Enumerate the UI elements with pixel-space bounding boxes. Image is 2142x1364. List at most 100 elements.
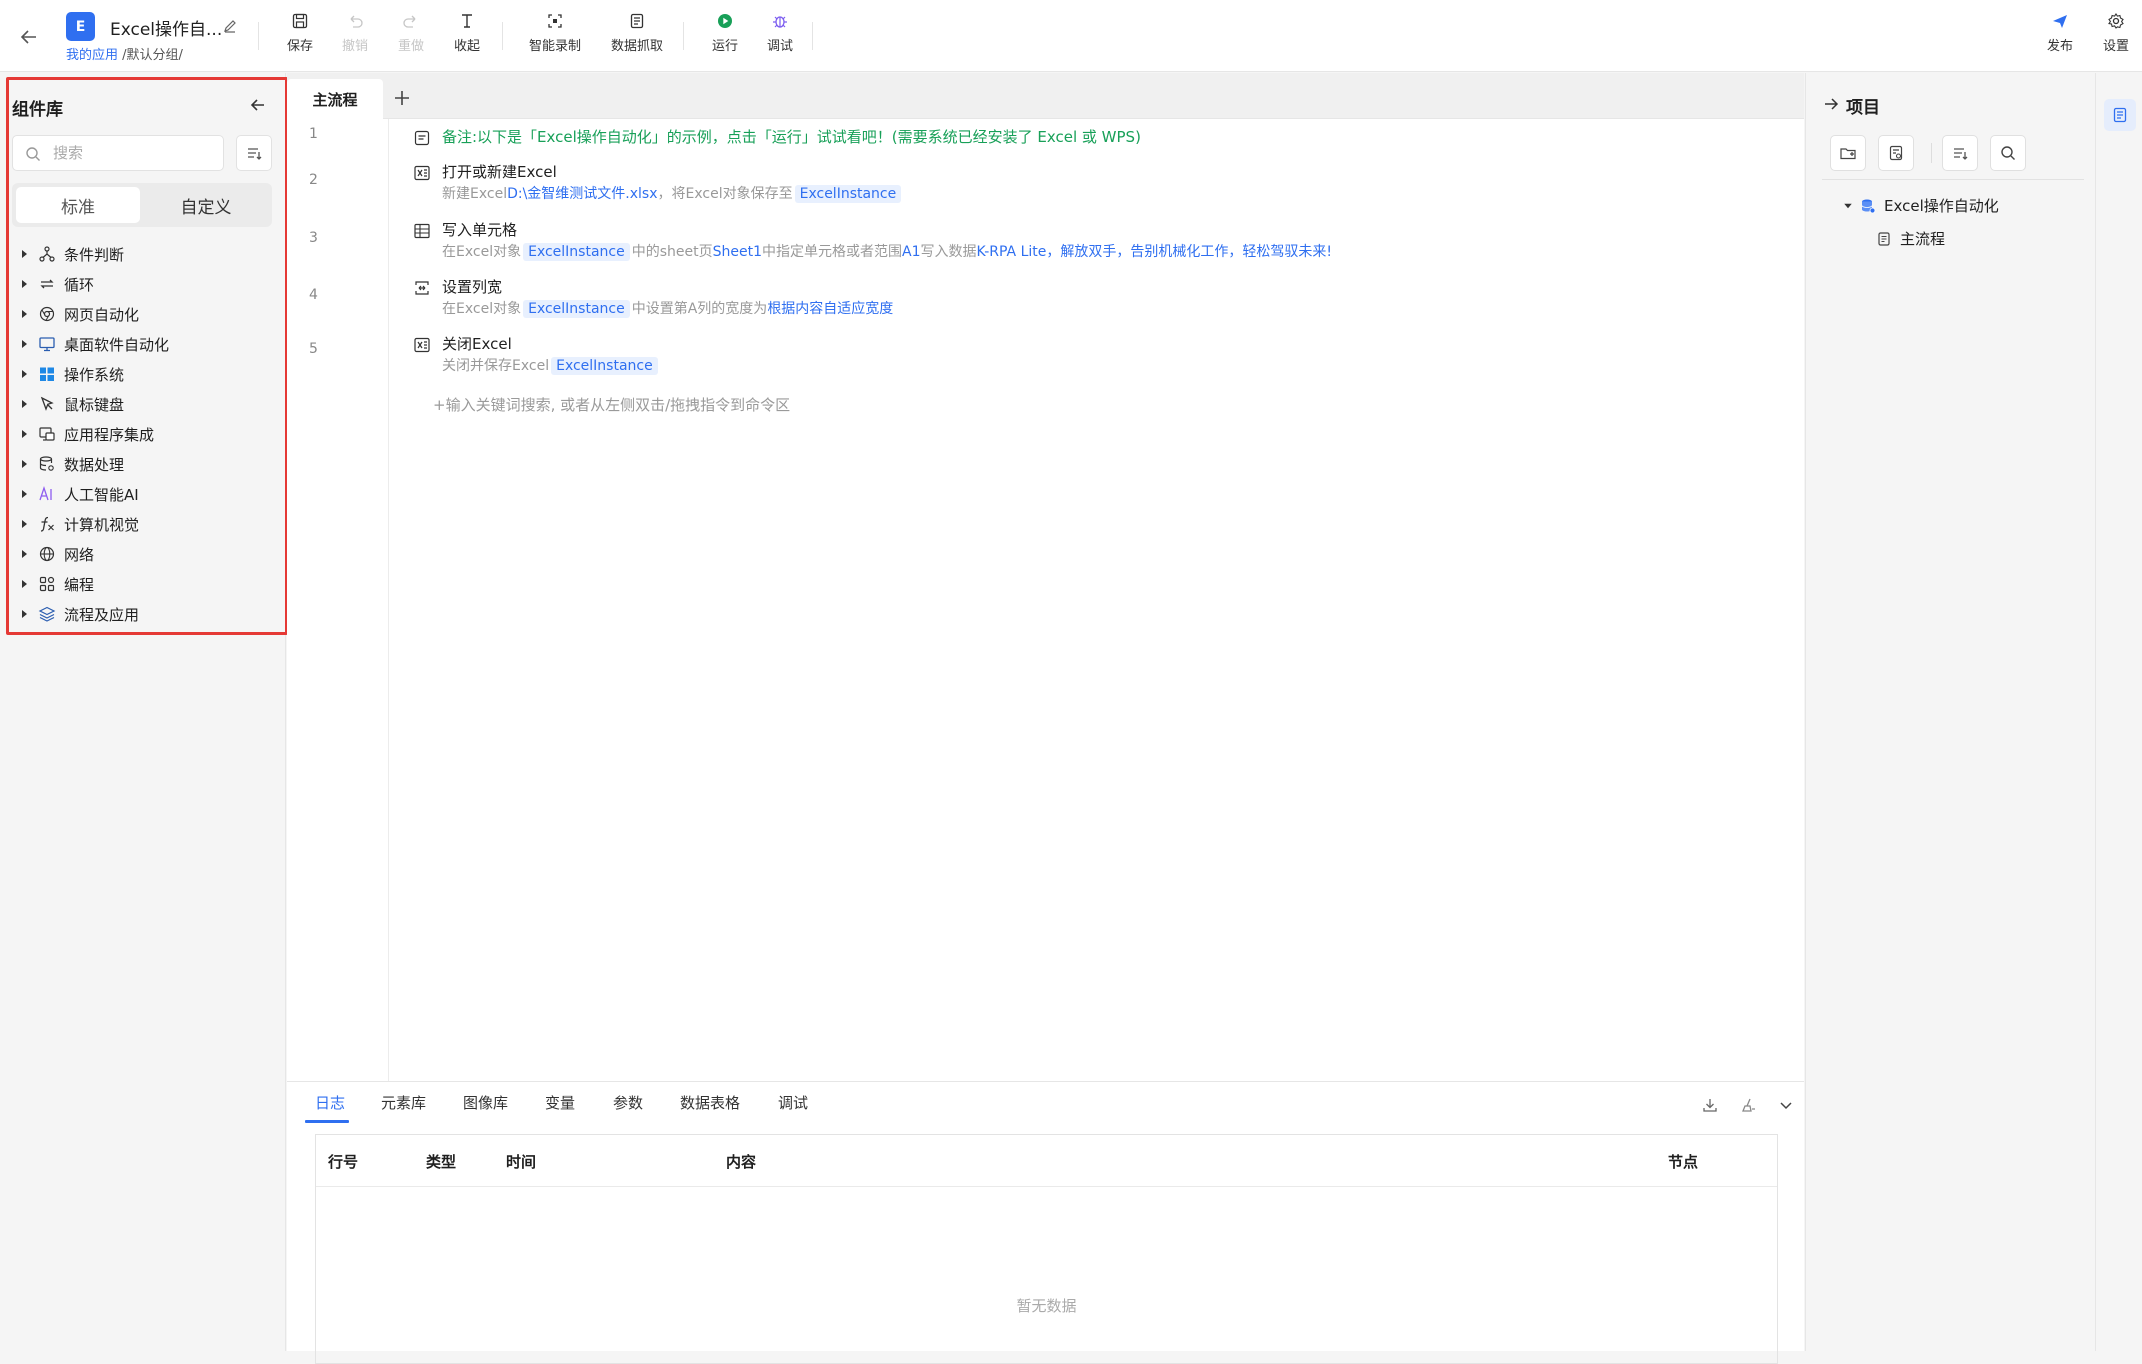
caret-right-icon (22, 250, 27, 258)
debug-button[interactable]: 调试 (750, 12, 810, 62)
document-icon (2113, 107, 2127, 123)
caret-down-icon (1844, 203, 1852, 208)
tab-element-library[interactable]: 元素库 (381, 1092, 426, 1113)
library-tab-switch: 标准 自定义 (12, 183, 272, 227)
library-search (12, 135, 224, 171)
right-side-rail (2095, 73, 2142, 1351)
undo-label: 撤销 (341, 39, 368, 54)
search-input[interactable] (51, 140, 211, 166)
category-label: 人工智能AI (64, 485, 139, 504)
sort-button[interactable] (236, 135, 272, 171)
toolbar-divider (1931, 143, 1932, 163)
tab-debug[interactable]: 调试 (778, 1092, 808, 1113)
publish-button[interactable]: 发布 (2030, 12, 2090, 62)
caret-right-icon (22, 340, 27, 348)
category-item[interactable]: 编程 (12, 569, 282, 599)
category-item[interactable]: 网络 (12, 539, 282, 569)
smart-record-button[interactable]: 智能录制 (525, 12, 585, 62)
step-description: 在Excel对象 ExcelInstance 中设置第A列的宽度为根据内容自适应宽度 (442, 298, 893, 318)
clear-log-icon[interactable] (1739, 1096, 1757, 1114)
download-icon[interactable] (1701, 1096, 1719, 1114)
tab-image-library[interactable]: 图像库 (463, 1092, 508, 1113)
toolbar-divider (502, 22, 503, 50)
tree-label: 主流程 (1900, 230, 1946, 248)
caret-right-icon (22, 430, 27, 438)
category-label: 流程及应用 (64, 605, 140, 624)
monitor-icon (39, 337, 55, 352)
app-logo: E (66, 12, 95, 41)
variable-pill[interactable]: ExcelInstance (523, 300, 630, 318)
run-button[interactable]: 运行 (695, 12, 755, 62)
category-item[interactable]: 桌面软件自动化 (12, 329, 282, 359)
sheet-name: Sheet1 (712, 244, 763, 260)
empty-state-text: 暂无数据 (1016, 1297, 1077, 1315)
caret-right-icon (22, 370, 27, 378)
settings-button[interactable]: 设置 (2086, 12, 2142, 62)
new-folder-button[interactable] (1830, 135, 1866, 171)
table-cell-icon (414, 223, 430, 239)
category-item[interactable]: 流程及应用 (12, 599, 282, 629)
collapse-button[interactable]: 收起 (437, 12, 497, 62)
step-description: 关闭并保存Excel ExcelInstance (442, 355, 660, 375)
function-icon (40, 516, 54, 532)
category-item[interactable]: 循环 (12, 269, 282, 299)
loop-icon (40, 279, 54, 289)
line-number-gutter: 1 2 3 4 5 (287, 119, 389, 1081)
category-item[interactable]: 操作系统 (12, 359, 282, 389)
undo-button[interactable]: 撤销 (325, 12, 385, 62)
project-sort-button[interactable] (1942, 135, 1978, 171)
step-title: 写入单元格 (442, 221, 518, 239)
save-button[interactable]: 保存 (270, 12, 330, 62)
add-tab-icon[interactable] (391, 87, 413, 109)
category-item[interactable]: 鼠标键盘 (12, 389, 282, 419)
data-capture-button[interactable]: 数据抓取 (607, 12, 667, 62)
toolbar-divider (683, 22, 684, 50)
ai-icon (39, 485, 52, 501)
category-item[interactable]: 应用程序集成 (12, 419, 282, 449)
category-item[interactable]: 网页自动化 (12, 299, 282, 329)
tab-main-flow[interactable]: 主流程 (287, 79, 383, 119)
tree-root-project[interactable]: Excel操作自动化 (1842, 195, 1999, 216)
debug-label: 调试 (766, 39, 793, 54)
category-label: 鼠标键盘 (64, 395, 125, 414)
project-database-icon (1861, 199, 1876, 213)
desc-text: 写入数据 (920, 244, 977, 260)
category-label: 数据处理 (64, 455, 125, 474)
variable-pill[interactable]: ExcelInstance (794, 185, 902, 203)
redo-button[interactable]: 重做 (381, 12, 441, 62)
desc-text: ，将Excel对象保存至 (657, 186, 793, 202)
breadcrumb-my-apps[interactable]: 我的应用 (66, 48, 118, 63)
variable-pill[interactable]: ExcelInstance (523, 243, 630, 261)
tab-data-table[interactable]: 数据表格 (680, 1092, 740, 1113)
edit-name-icon[interactable] (222, 18, 238, 34)
tab-standard[interactable]: 标准 (16, 187, 140, 223)
excel-icon (414, 165, 430, 181)
add-command-hint[interactable]: +输入关键词搜索, 或者从左侧双击/拖拽指令到命令区 (433, 394, 790, 415)
project-panel-toggle[interactable] (2104, 99, 2136, 131)
line-number: 2 (309, 172, 318, 188)
line-number: 5 (309, 341, 318, 357)
expand-arrow-icon[interactable] (1822, 95, 1840, 113)
line-number: 3 (309, 230, 318, 246)
desc-text: 关闭并保存Excel (442, 358, 550, 374)
variable-pill[interactable]: ExcelInstance (551, 357, 658, 375)
tab-parameters[interactable]: 参数 (613, 1092, 643, 1113)
run-label: 运行 (711, 39, 738, 54)
tree-item-main-flow[interactable]: 主流程 (1876, 228, 1945, 249)
settings-label: 设置 (2102, 39, 2129, 54)
collapse-panel-arrow-icon[interactable] (248, 95, 268, 115)
caret-right-icon (22, 460, 27, 468)
category-item[interactable]: 计算机视觉 (12, 509, 282, 539)
sort-icon (248, 148, 262, 160)
chevron-down-icon[interactable] (1777, 1096, 1795, 1114)
tab-custom[interactable]: 自定义 (144, 187, 268, 223)
back-arrow-icon[interactable] (18, 26, 40, 48)
project-search-button[interactable] (1990, 135, 2026, 171)
category-item[interactable]: 数据处理 (12, 449, 282, 479)
tab-variables[interactable]: 变量 (545, 1092, 575, 1113)
log-table: 行号 类型 时间 内容 节点 暂无数据 (315, 1134, 1778, 1364)
new-flow-button[interactable] (1878, 135, 1914, 171)
category-item[interactable]: 人工智能AI (12, 479, 282, 509)
category-item[interactable]: 条件判断 (12, 239, 282, 269)
tab-log[interactable]: 日志 (315, 1092, 345, 1113)
